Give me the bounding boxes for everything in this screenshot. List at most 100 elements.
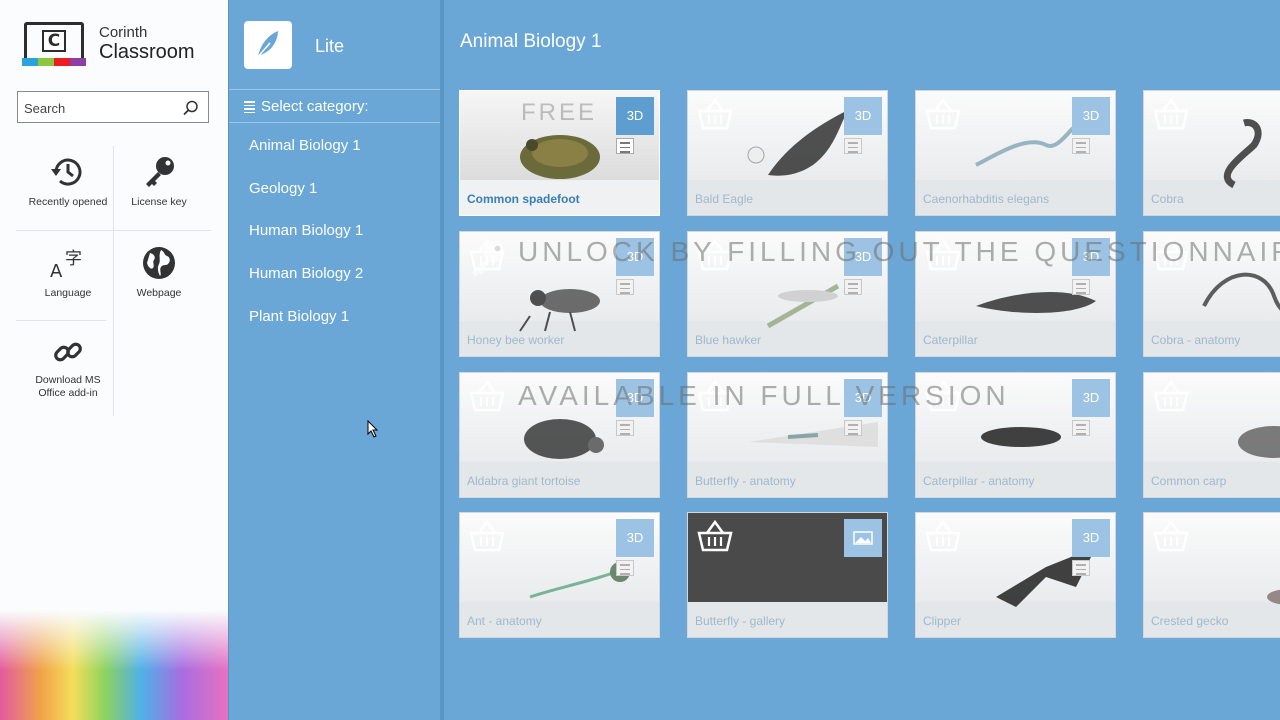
- webpage-button[interactable]: Webpage: [114, 245, 204, 331]
- document-icon: [616, 420, 634, 436]
- logo-line1: Corinth: [99, 24, 148, 41]
- card-title: Common carp: [1151, 474, 1227, 488]
- badge-3d: 3D: [1072, 519, 1110, 557]
- badge-3d: 3D: [616, 97, 654, 135]
- tool-label: Webpage: [136, 287, 182, 299]
- logo-letter: C: [42, 30, 66, 52]
- search-input[interactable]: [24, 98, 174, 118]
- tool-label: Download MS Office add-in: [35, 374, 101, 399]
- model-preview-image: [1267, 589, 1280, 605]
- language-button[interactable]: A 字 Language: [23, 245, 113, 331]
- model-card[interactable]: 3DCommon carp: [1143, 372, 1280, 498]
- model-preview-image: [1238, 426, 1280, 458]
- badge-3d: 3D: [1072, 97, 1110, 135]
- model-card[interactable]: 3D Clipper: [915, 512, 1116, 638]
- basket-icon: [1152, 519, 1190, 558]
- feather-icon: [255, 31, 278, 60]
- free-label: FREE: [521, 99, 598, 126]
- document-icon: [844, 279, 862, 295]
- page-title: Animal Biology 1: [460, 31, 602, 52]
- key-icon: [146, 157, 174, 187]
- tool-label: Recently opened: [28, 196, 108, 208]
- logo-stripes: [22, 58, 86, 66]
- license-key-button[interactable]: License key: [114, 154, 204, 240]
- key-icon: [471, 241, 505, 277]
- document-icon: [616, 560, 634, 576]
- model-card[interactable]: 3DCobra: [1143, 90, 1280, 216]
- document-icon: [1072, 560, 1090, 576]
- monitor-icon: C: [24, 22, 84, 60]
- list-icon: [244, 101, 255, 113]
- badge-3d: 3D: [616, 519, 654, 557]
- logo-line2: Classroom: [99, 41, 195, 63]
- document-icon: [1072, 138, 1090, 154]
- category-item-animal-biology-1[interactable]: Animal Biology 1: [249, 137, 361, 154]
- card-title: Caterpillar - anatomy: [923, 474, 1035, 488]
- app-icon[interactable]: [244, 21, 292, 69]
- basket-icon: [924, 97, 962, 136]
- category-item-plant-biology-1[interactable]: Plant Biology 1: [249, 308, 349, 325]
- model-card[interactable]: 3D Bald Eagle: [687, 90, 888, 216]
- document-icon: [616, 279, 634, 295]
- document-icon: [616, 138, 634, 154]
- card-title: Clipper: [923, 614, 962, 628]
- card-title: Butterfly - anatomy: [695, 474, 796, 488]
- full-version-overlay-text: AVAILABLE IN FULL VERSION: [518, 380, 1010, 411]
- tool-label: License key: [131, 196, 187, 208]
- basket-icon: [696, 519, 734, 558]
- model-card[interactable]: 3DCrested gecko: [1143, 512, 1280, 638]
- svg-text:字: 字: [65, 249, 82, 269]
- mouse-cursor-icon: [367, 420, 379, 438]
- card-title: Caterpillar: [923, 333, 978, 347]
- card-title: Honey bee worker: [467, 333, 565, 347]
- model-preview-image: [1223, 119, 1262, 189]
- link-icon: [54, 342, 82, 362]
- download-office-addin-button[interactable]: Download MS Office add-in: [23, 336, 113, 422]
- document-icon: [1072, 279, 1090, 295]
- category-item-geology-1[interactable]: Geology 1: [249, 180, 317, 197]
- corinth-logo: C Corinth Classroom: [22, 20, 212, 70]
- model-card[interactable]: 3D Caenorhabditis elegans: [915, 90, 1116, 216]
- model-card[interactable]: Butterfly - gallery: [687, 512, 888, 638]
- app-edition: Lite: [315, 36, 345, 56]
- left-sidebar: C Corinth Classroom Recently opened Lice…: [0, 0, 228, 720]
- svg-text:A: A: [50, 261, 63, 281]
- gallery-icon: [844, 519, 882, 557]
- globe-icon: [143, 247, 175, 279]
- basket-icon: [924, 519, 962, 558]
- model-card[interactable]: 3D Ant - anatomy: [459, 512, 660, 638]
- search-box[interactable]: [17, 91, 209, 123]
- basket-icon: [468, 519, 506, 558]
- document-icon: [844, 138, 862, 154]
- history-icon: [51, 158, 82, 186]
- category-panel: Lite Select category: Animal Biology 1 G…: [228, 0, 441, 720]
- card-title: Bald Eagle: [695, 192, 754, 206]
- badge-3d: 3D: [844, 97, 882, 135]
- card-title: Aldabra giant tortoise: [467, 474, 581, 488]
- category-item-human-biology-1[interactable]: Human Biology 1: [249, 222, 363, 239]
- card-title: Blue hawker: [695, 333, 762, 347]
- search-icon[interactable]: [182, 99, 200, 117]
- basket-icon: [1152, 97, 1190, 136]
- card-title: Cobra - anatomy: [1151, 333, 1241, 347]
- recently-opened-button[interactable]: Recently opened: [23, 154, 113, 240]
- card-title: Cobra: [1151, 192, 1184, 206]
- card-title: Caenorhabditis elegans: [923, 192, 1050, 206]
- basket-icon: [696, 97, 734, 136]
- category-header: Select category:: [229, 89, 441, 123]
- category-item-human-biology-2[interactable]: Human Biology 2: [249, 265, 363, 282]
- badge-3d: 3D: [1072, 379, 1110, 417]
- card-title: Ant - anatomy: [467, 614, 542, 628]
- language-icon: A 字: [50, 249, 82, 281]
- basket-icon: [1152, 379, 1190, 418]
- category-header-label: Select category:: [261, 98, 369, 115]
- rainbow-decoration: [0, 610, 228, 720]
- card-title: Butterfly - gallery: [695, 614, 786, 628]
- document-icon: [1072, 420, 1090, 436]
- card-title: Common spadefoot: [467, 192, 580, 206]
- tool-label: Language: [44, 287, 92, 299]
- card-title: Crested gecko: [1151, 614, 1229, 628]
- panel-divider: [440, 0, 444, 720]
- unlock-overlay-text: UNLOCK BY FILLING OUT THE QUESTIONNAIRE: [518, 236, 1280, 267]
- document-icon: [844, 420, 862, 436]
